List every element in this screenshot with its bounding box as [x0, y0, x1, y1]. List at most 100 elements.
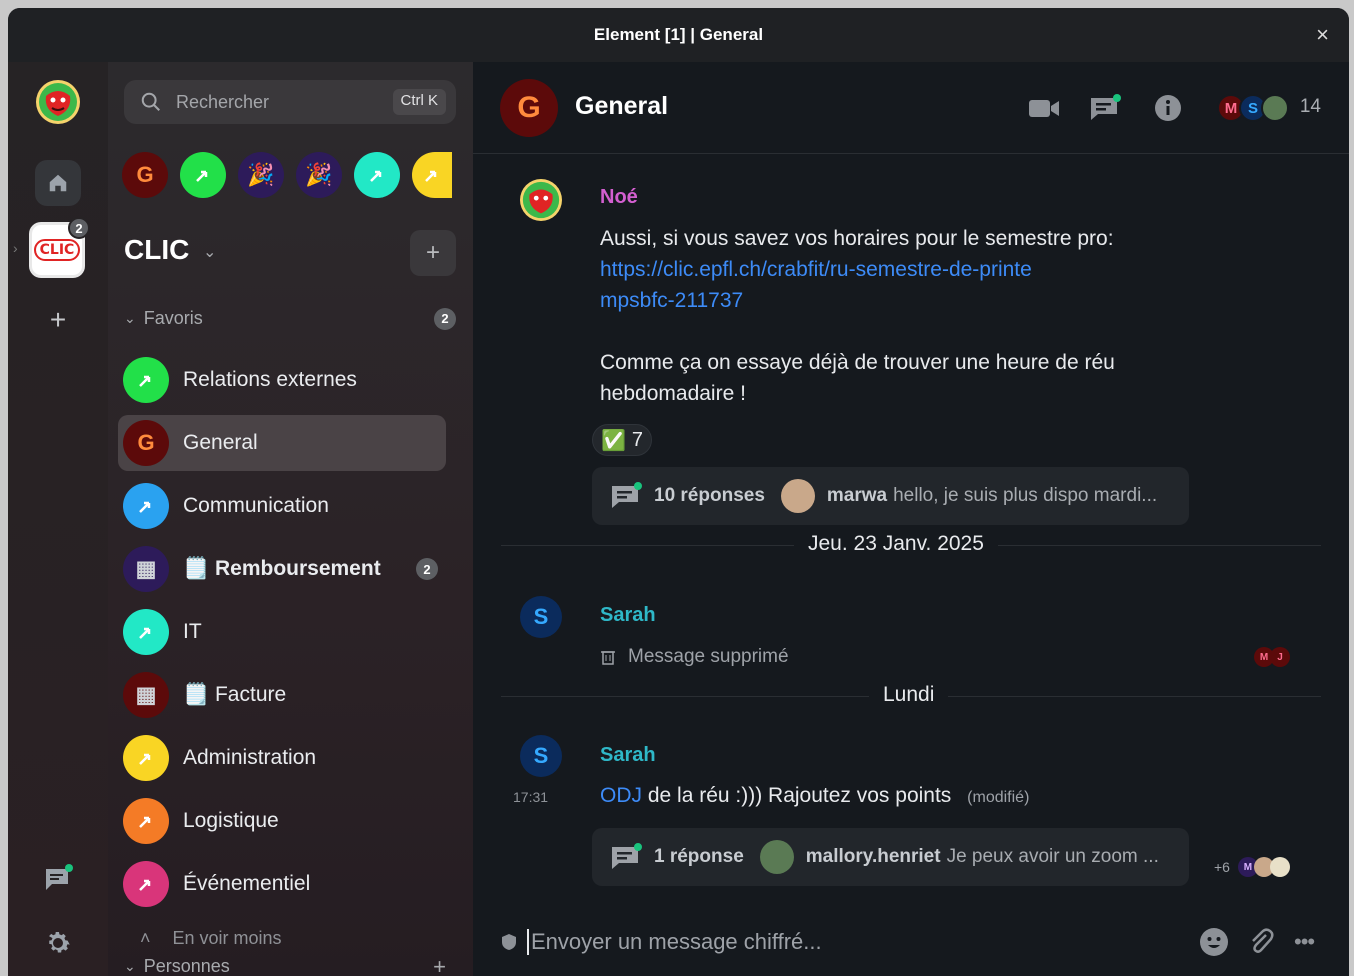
recent-room-party[interactable]: 🎉	[238, 152, 284, 198]
room-avatar: ▦	[123, 546, 169, 592]
spaces-bar: › CLIC 2 +	[8, 62, 108, 976]
message-link[interactable]: ODJ	[600, 784, 642, 807]
thread-user: mallory.henriet	[805, 846, 941, 867]
room-avatar	[123, 861, 169, 907]
favorites-section-header[interactable]: ⌄ Favoris 2	[124, 307, 456, 330]
threads-icon	[46, 864, 73, 890]
room-item-evenementiel[interactable]: Événementiel	[118, 856, 446, 912]
room-name: Communication	[183, 494, 329, 517]
user-avatar[interactable]	[36, 80, 80, 124]
room-name: Événementiel	[183, 872, 311, 895]
reaction-emoji: ✅	[601, 429, 626, 452]
room-name: Logistique	[183, 809, 279, 832]
space-clic-button[interactable]: CLIC 2	[29, 217, 90, 278]
thread-preview: Je peux avoir un zoom ...	[946, 846, 1159, 867]
read-receipts[interactable]: +6 M	[1214, 857, 1290, 877]
room-name: IT	[183, 620, 202, 643]
video-call-icon[interactable]	[1028, 94, 1060, 122]
more-options-icon[interactable]: •••	[1294, 929, 1315, 955]
avatar[interactable]: S	[520, 735, 562, 777]
settings-button[interactable]	[35, 920, 81, 966]
room-item-facture[interactable]: ▦ 🗒️ Facture	[118, 667, 446, 723]
room-item-administration[interactable]: Administration	[118, 730, 446, 786]
threads-button[interactable]	[35, 856, 81, 902]
member-count[interactable]: 14	[1300, 96, 1321, 118]
date-separator: Jeu. 23 Janv. 2025	[794, 532, 998, 556]
title-bar: Element [1] | General ×	[8, 8, 1349, 62]
message-sender[interactable]: Noé	[600, 186, 638, 209]
room-list-panel: Rechercher Ctrl K G 🎉 🎉 CLIC ⌄ + ⌄ Favor…	[108, 62, 473, 976]
message-link[interactable]: https://clic.epfl.ch/crabfit/ru-semestre…	[600, 254, 1040, 316]
close-icon[interactable]: ×	[1316, 22, 1329, 48]
room-avatar	[123, 735, 169, 781]
threads-icon	[612, 482, 642, 508]
space-badge: 2	[68, 217, 90, 239]
people-section-header[interactable]: ⌄ Personnes +	[124, 954, 456, 976]
room-avatar	[123, 357, 169, 403]
add-person-button[interactable]: +	[433, 954, 446, 976]
favorites-label: Favoris	[143, 308, 203, 328]
avatar	[780, 479, 815, 513]
chevron-down-icon[interactable]: ⌄	[203, 242, 216, 262]
deleted-message: Message supprimé	[600, 646, 789, 668]
message-sender[interactable]: Sarah	[600, 604, 656, 627]
receipt-avatar	[1269, 857, 1290, 877]
room-item-communication[interactable]: Communication	[118, 478, 446, 534]
message-sender[interactable]: Sarah	[600, 744, 656, 767]
room-item-it[interactable]: IT	[118, 604, 446, 660]
avatar	[759, 840, 794, 874]
room-item-remboursement[interactable]: ▦ 🗒️ Remboursement 2	[118, 541, 446, 597]
add-space-button[interactable]: +	[35, 297, 81, 343]
trash-icon	[601, 651, 615, 665]
recent-room-icon[interactable]	[412, 152, 452, 198]
message-composer[interactable]: Envoyer un message chiffré... •••	[501, 922, 1321, 962]
recent-room-party[interactable]: 🎉	[296, 152, 342, 198]
composer-placeholder: Envoyer un message chiffré...	[527, 929, 822, 955]
room-item-general[interactable]: G General	[118, 415, 446, 471]
room-avatar: G	[123, 420, 169, 466]
message-timestamp: 17:31	[513, 789, 549, 805]
avatar[interactable]: S	[520, 596, 562, 638]
emoji-icon[interactable]	[1199, 927, 1229, 957]
search-placeholder: Rechercher	[176, 91, 270, 112]
info-icon[interactable]	[1154, 94, 1186, 122]
message-body: Aussi, si vous savez vos horaires pour l…	[600, 223, 1160, 409]
edited-label[interactable]: (modifié)	[967, 789, 1029, 806]
shield-icon	[502, 934, 516, 950]
message-body: ODJ de la réu :))) Rajoutez vos points (…	[600, 780, 1029, 813]
search-shortcut: Ctrl K	[392, 89, 446, 115]
member-avatar[interactable]	[1261, 94, 1289, 122]
space-title[interactable]: CLIC	[124, 234, 189, 266]
recent-room-icon[interactable]	[354, 152, 400, 198]
search-input[interactable]: Rechercher Ctrl K	[124, 80, 456, 124]
thread-summary[interactable]: 10 réponses marwa hello, je suis plus di…	[592, 467, 1189, 525]
room-title[interactable]: General	[575, 92, 668, 121]
threads-icon[interactable]	[1089, 94, 1121, 122]
avatar[interactable]	[520, 179, 562, 221]
people-label: Personnes	[143, 956, 230, 976]
show-less-button[interactable]: ˄ En voir moins	[140, 928, 282, 949]
recent-rooms: G 🎉 🎉	[122, 152, 452, 198]
thread-summary[interactable]: 1 réponse mallory.henriet Je peux avoir …	[592, 828, 1189, 886]
chevron-up-icon: ˄	[140, 928, 151, 948]
recent-room-icon[interactable]	[180, 152, 226, 198]
threads-icon	[612, 843, 642, 869]
room-unread-badge: 2	[416, 558, 438, 580]
room-item-logistique[interactable]: Logistique	[118, 793, 446, 849]
room-name: Relations externes	[183, 368, 357, 391]
room-header-avatar[interactable]: G	[500, 79, 558, 137]
date-separator: Lundi	[869, 683, 949, 707]
recent-room-general[interactable]: G	[122, 152, 168, 198]
app-window: Element [1] | General × › CLIC 2 + Reche…	[8, 8, 1349, 976]
reaction-chip[interactable]: ✅ 7	[592, 424, 653, 456]
read-receipts[interactable]: M J	[1254, 647, 1290, 667]
home-button[interactable]	[35, 160, 81, 206]
room-item-relations-externes[interactable]: Relations externes	[118, 352, 446, 408]
room-avatar	[123, 798, 169, 844]
add-room-button[interactable]: +	[410, 230, 456, 276]
deleted-text: Message supprimé	[628, 646, 789, 667]
thread-count: 1 réponse	[654, 846, 744, 867]
message-text: Aussi, si vous savez vos horaires pour l…	[600, 227, 1114, 250]
paperclip-icon[interactable]	[1246, 927, 1276, 957]
window-title: Element [1] | General	[593, 25, 764, 44]
